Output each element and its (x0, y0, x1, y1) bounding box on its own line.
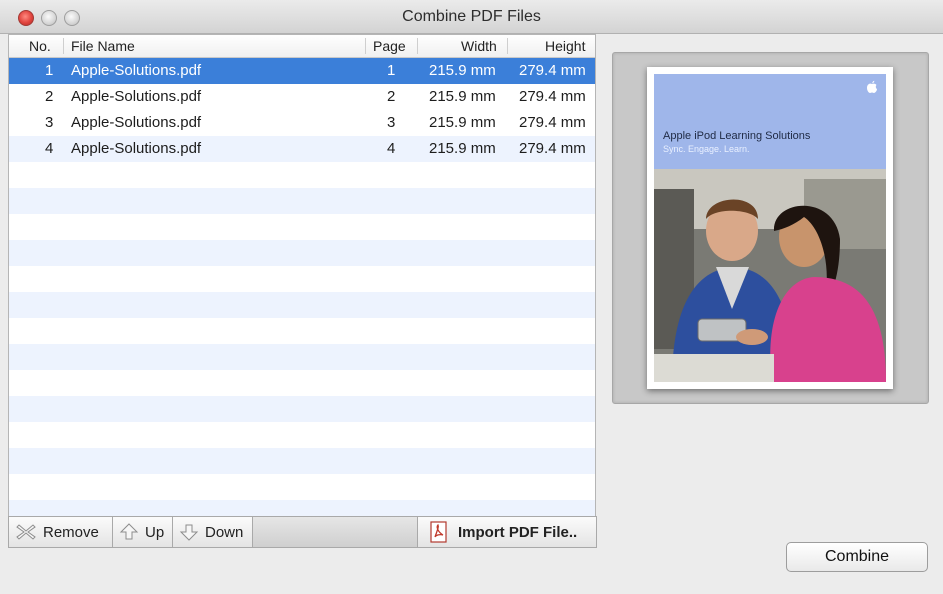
row-number: 1 (45, 62, 54, 79)
column-header-page[interactable]: Page (373, 38, 406, 54)
table-body: 1 Apple-Solutions.pdf 1 215.9 mm 279.4 m… (9, 58, 595, 517)
table-row[interactable]: 3 Apple-Solutions.pdf 3 215.9 mm 279.4 m… (9, 110, 595, 136)
cover-photo (654, 169, 886, 382)
pdf-icon (430, 521, 447, 543)
row-file-name: Apple-Solutions.pdf (71, 88, 202, 105)
row-height: 279.4 mm (519, 114, 586, 131)
window-title: Combine PDF Files (402, 8, 541, 25)
row-width: 215.9 mm (429, 140, 496, 157)
title-bar[interactable]: Combine PDF Files (0, 0, 943, 34)
column-header-no[interactable]: No. (29, 38, 51, 54)
empty-row (9, 162, 595, 188)
row-width: 215.9 mm (429, 114, 496, 131)
up-arrow-icon (119, 523, 139, 540)
remove-label: Remove (43, 523, 99, 541)
row-file-name: Apple-Solutions.pdf (71, 140, 202, 157)
cover-subtitle: Sync. Engage. Learn. (663, 144, 750, 154)
column-header-file-name[interactable]: File Name (71, 38, 135, 54)
cover-header: Apple iPod Learning Solutions Sync. Enga… (654, 74, 886, 169)
row-number: 2 (45, 88, 54, 105)
row-height: 279.4 mm (519, 88, 586, 105)
import-pdf-button[interactable]: Import PDF File.. (417, 517, 596, 547)
row-height: 279.4 mm (519, 62, 586, 79)
row-page: 3 (387, 114, 396, 131)
column-header-width[interactable]: Width (461, 38, 497, 54)
row-width: 215.9 mm (429, 62, 496, 79)
empty-row (9, 266, 595, 292)
column-header-height[interactable]: Height (545, 38, 585, 54)
combine-pdf-window: Combine PDF Files No. File Name Page Wid… (0, 0, 943, 594)
students-photo (654, 169, 886, 382)
file-table[interactable]: No. File Name Page Width Height 1 Apple-… (8, 34, 596, 518)
down-label: Down (205, 523, 244, 541)
row-number: 3 (45, 114, 54, 131)
column-divider (63, 38, 64, 54)
column-divider (507, 38, 508, 54)
empty-row (9, 188, 595, 214)
empty-row (9, 474, 595, 500)
table-toolbar: Remove Up Down Import PDF File.. (8, 516, 597, 548)
empty-row (9, 318, 595, 344)
column-divider (365, 38, 366, 54)
table-row[interactable]: 1 Apple-Solutions.pdf 1 215.9 mm 279.4 m… (9, 58, 595, 84)
empty-row (9, 292, 595, 318)
empty-row (9, 396, 595, 422)
up-button[interactable]: Up (113, 517, 173, 547)
row-file-name: Apple-Solutions.pdf (71, 62, 202, 79)
row-height: 279.4 mm (519, 140, 586, 157)
preview-page: Apple iPod Learning Solutions Sync. Enga… (647, 67, 893, 389)
row-page: 4 (387, 140, 396, 157)
empty-row (9, 214, 595, 240)
cover-title: Apple iPod Learning Solutions (663, 130, 811, 142)
column-divider (417, 38, 418, 54)
empty-row (9, 370, 595, 396)
table-row[interactable]: 4 Apple-Solutions.pdf 4 215.9 mm 279.4 m… (9, 136, 595, 162)
down-arrow-icon (179, 524, 199, 541)
empty-row (9, 448, 595, 474)
empty-row (9, 344, 595, 370)
table-row[interactable]: 2 Apple-Solutions.pdf 2 215.9 mm 279.4 m… (9, 84, 595, 110)
combine-button[interactable]: Combine (786, 542, 928, 572)
import-label: Import PDF File.. (458, 523, 578, 541)
down-button[interactable]: Down (173, 517, 253, 547)
table-header: No. File Name Page Width Height (9, 35, 595, 58)
empty-row (9, 422, 595, 448)
page-preview: Apple iPod Learning Solutions Sync. Enga… (612, 52, 929, 404)
row-width: 215.9 mm (429, 88, 496, 105)
remove-icon (16, 524, 36, 540)
up-label: Up (145, 523, 165, 541)
row-page: 2 (387, 88, 396, 105)
row-number: 4 (45, 140, 54, 157)
remove-button[interactable]: Remove (9, 517, 113, 547)
empty-row (9, 240, 595, 266)
apple-logo-icon (867, 80, 877, 93)
row-page: 1 (387, 62, 396, 79)
row-file-name: Apple-Solutions.pdf (71, 114, 202, 131)
